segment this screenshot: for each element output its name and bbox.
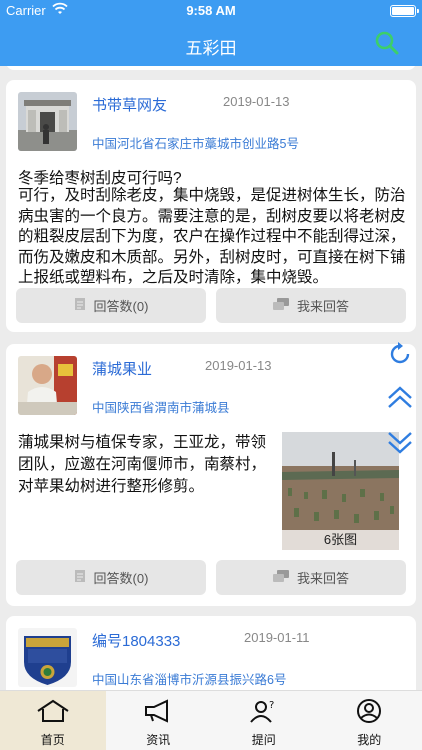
nav-bar: 五彩田 bbox=[0, 22, 422, 66]
megaphone-icon bbox=[143, 699, 173, 726]
refresh-icon[interactable] bbox=[386, 340, 414, 368]
author-name[interactable]: 编号1804333 bbox=[92, 630, 180, 651]
chat-icon bbox=[272, 569, 289, 586]
chat-icon bbox=[272, 297, 289, 314]
author-name[interactable]: 蒲城果业 bbox=[92, 358, 152, 379]
tab-label: 首页 bbox=[40, 733, 65, 747]
question-body[interactable]: 可行，及时刮除老皮，集中烧毁，是促进树体生长，防治病虫害的一个良方。需要注意的是… bbox=[18, 186, 408, 289]
search-icon[interactable] bbox=[374, 30, 400, 61]
author-name[interactable]: 书带草网友 bbox=[92, 94, 167, 115]
answer-count-label: 回答数(0) bbox=[93, 571, 149, 586]
reply-button[interactable]: 我来回答 bbox=[216, 288, 406, 323]
tab-label: 提问 bbox=[251, 733, 276, 747]
answer-count-button[interactable]: 回答数(0) bbox=[16, 288, 206, 323]
clock: 9:58 AM bbox=[186, 3, 236, 18]
page-title: 五彩田 bbox=[185, 39, 237, 58]
tab-ask[interactable]: ? 提问 bbox=[211, 691, 317, 750]
image-count: 6张图 bbox=[282, 530, 399, 550]
question-body[interactable]: 蒲城果树与植保专家，王亚龙，带领团队，应邀在河南偃师市，南蔡村，对苹果幼树进行整… bbox=[18, 432, 274, 498]
tab-bar: 首页 资讯 ? 提问 我的 bbox=[0, 690, 422, 750]
question-title[interactable]: 冬季给枣树刮皮可行吗? bbox=[18, 166, 182, 188]
reply-label: 我来回答 bbox=[296, 571, 349, 586]
document-icon bbox=[74, 297, 86, 314]
scroll-up-icon[interactable] bbox=[386, 384, 414, 412]
status-bar: Carrier 9:58 AM bbox=[0, 0, 422, 22]
answer-count-label: 回答数(0) bbox=[93, 299, 149, 314]
question-card[interactable]: 编号1804333 2019-01-11 中国山东省淄博市沂源县振兴路6号 bbox=[6, 616, 416, 690]
tab-profile[interactable]: 我的 bbox=[317, 691, 422, 750]
tab-news[interactable]: 资讯 bbox=[106, 691, 212, 750]
svg-text:?: ? bbox=[269, 700, 274, 711]
reply-button[interactable]: 我来回答 bbox=[216, 560, 406, 595]
reply-label: 我来回答 bbox=[296, 299, 349, 314]
question-card[interactable]: 书带草网友 2019-01-13 中国河北省石家庄市藁城市创业路5号 冬季给枣树… bbox=[6, 80, 416, 332]
tab-label: 我的 bbox=[357, 733, 382, 747]
document-icon bbox=[74, 569, 86, 586]
profile-icon bbox=[356, 699, 382, 726]
post-date: 2019-01-11 bbox=[244, 630, 310, 645]
previous-card-edge bbox=[6, 66, 416, 70]
battery-icon bbox=[390, 5, 419, 17]
tab-label: 资讯 bbox=[146, 733, 171, 747]
scroll-down-icon[interactable] bbox=[386, 428, 414, 456]
home-icon bbox=[36, 699, 70, 726]
question-card[interactable]: 蒲城果业 2019-01-13 中国陕西省渭南市蒲城县 蒲城果树与植保专家，王亚… bbox=[6, 344, 416, 606]
post-date: 2019-01-13 bbox=[223, 94, 290, 109]
avatar[interactable] bbox=[18, 628, 77, 687]
question-feed[interactable]: 书带草网友 2019-01-13 中国河北省石家庄市藁城市创业路5号 冬季给枣树… bbox=[0, 66, 422, 690]
answer-count-button[interactable]: 回答数(0) bbox=[16, 560, 206, 595]
avatar[interactable] bbox=[18, 92, 77, 151]
tab-home[interactable]: 首页 bbox=[0, 691, 106, 750]
post-location: 中国陕西省渭南市蒲城县 bbox=[92, 401, 230, 415]
ask-person-icon: ? bbox=[249, 699, 279, 726]
post-date: 2019-01-13 bbox=[205, 358, 272, 373]
post-location: 中国河北省石家庄市藁城市创业路5号 bbox=[92, 137, 299, 151]
post-image[interactable]: 6张图 bbox=[282, 432, 399, 550]
avatar[interactable] bbox=[18, 356, 77, 415]
post-location: 中国山东省淄博市沂源县振兴路6号 bbox=[92, 673, 287, 687]
